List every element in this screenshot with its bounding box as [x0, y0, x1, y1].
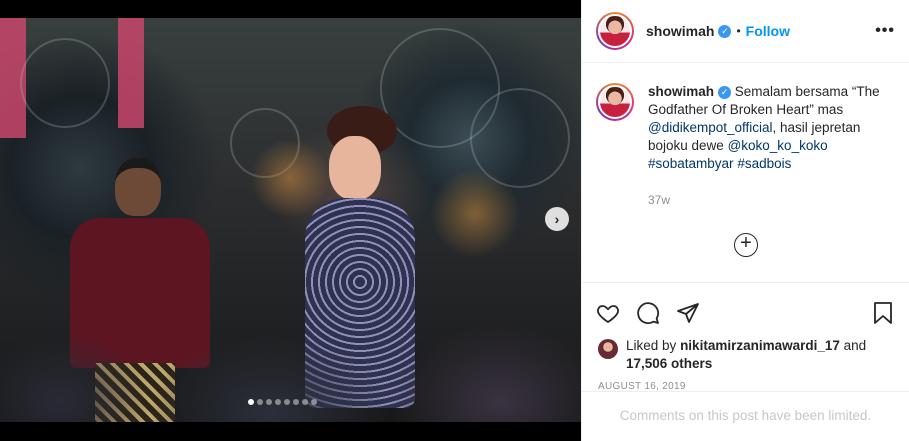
comment-bubble-icon[interactable] — [636, 301, 660, 325]
header-username[interactable]: showimah — [646, 23, 714, 39]
hashtag-link[interactable]: #sadbois — [737, 156, 791, 171]
hashtag-link[interactable]: #sobatambyar — [648, 156, 734, 171]
post-photo[interactable] — [0, 18, 581, 422]
verified-badge-icon: ✓ — [718, 24, 732, 38]
carousel-dot — [293, 399, 299, 405]
more-options-icon[interactable]: ••• — [875, 22, 895, 40]
liked-by-label: Liked by — [626, 338, 677, 353]
follow-button[interactable]: Follow — [746, 23, 790, 39]
like-heart-icon[interactable] — [596, 301, 620, 325]
stage-light-bar — [118, 18, 144, 128]
caption-time[interactable]: 37w — [648, 191, 895, 209]
carousel-dot — [284, 399, 290, 405]
carousel-dot — [302, 399, 308, 405]
load-more-comments-icon[interactable]: + — [734, 233, 758, 257]
likes-summary: Liked by nikitamirzanimawardi_17 and 17,… — [582, 337, 909, 373]
stage-decoration — [20, 38, 110, 128]
post-header: showimah ✓ • Follow ••• — [582, 0, 909, 63]
mention-link[interactable]: @koko_ko_koko — [728, 138, 828, 153]
carousel-dot — [266, 399, 272, 405]
caption-body: showimah ✓ Semalam bersama “The Godfather… — [648, 83, 895, 282]
bookmark-save-icon[interactable] — [871, 301, 895, 325]
carousel-dot — [311, 399, 317, 405]
likes-count[interactable]: 17,506 others — [626, 356, 712, 371]
post-sidebar: showimah ✓ • Follow ••• showimah ✓ Semala… — [581, 0, 909, 441]
caption: showimah ✓ Semalam bersama “The Godfather… — [582, 63, 909, 283]
post-date[interactable]: AUGUST 16, 2019 — [582, 373, 909, 392]
liker-username[interactable]: nikitamirzanimawardi_17 — [680, 338, 840, 353]
stage-light — [430, 168, 520, 258]
verified-badge-icon: ✓ — [718, 85, 732, 99]
action-bar — [582, 289, 909, 337]
carousel-dot — [248, 399, 254, 405]
carousel-dot — [275, 399, 281, 405]
caption-avatar[interactable] — [596, 83, 634, 121]
carousel-dots — [248, 399, 317, 405]
header-separator: • — [736, 24, 741, 38]
liker-avatar[interactable] — [598, 339, 618, 359]
share-paper-plane-icon[interactable] — [676, 301, 700, 325]
post-media: › — [0, 0, 581, 441]
carousel-next-button[interactable]: › — [545, 207, 569, 231]
mention-link[interactable]: @didikempot_official — [648, 120, 773, 135]
caption-username[interactable]: showimah — [648, 84, 714, 99]
avatar[interactable] — [596, 12, 634, 50]
comments-limited-notice: Comments on this post have been limited. — [582, 391, 909, 441]
likes-and: and — [843, 338, 867, 353]
carousel-dot — [257, 399, 263, 405]
